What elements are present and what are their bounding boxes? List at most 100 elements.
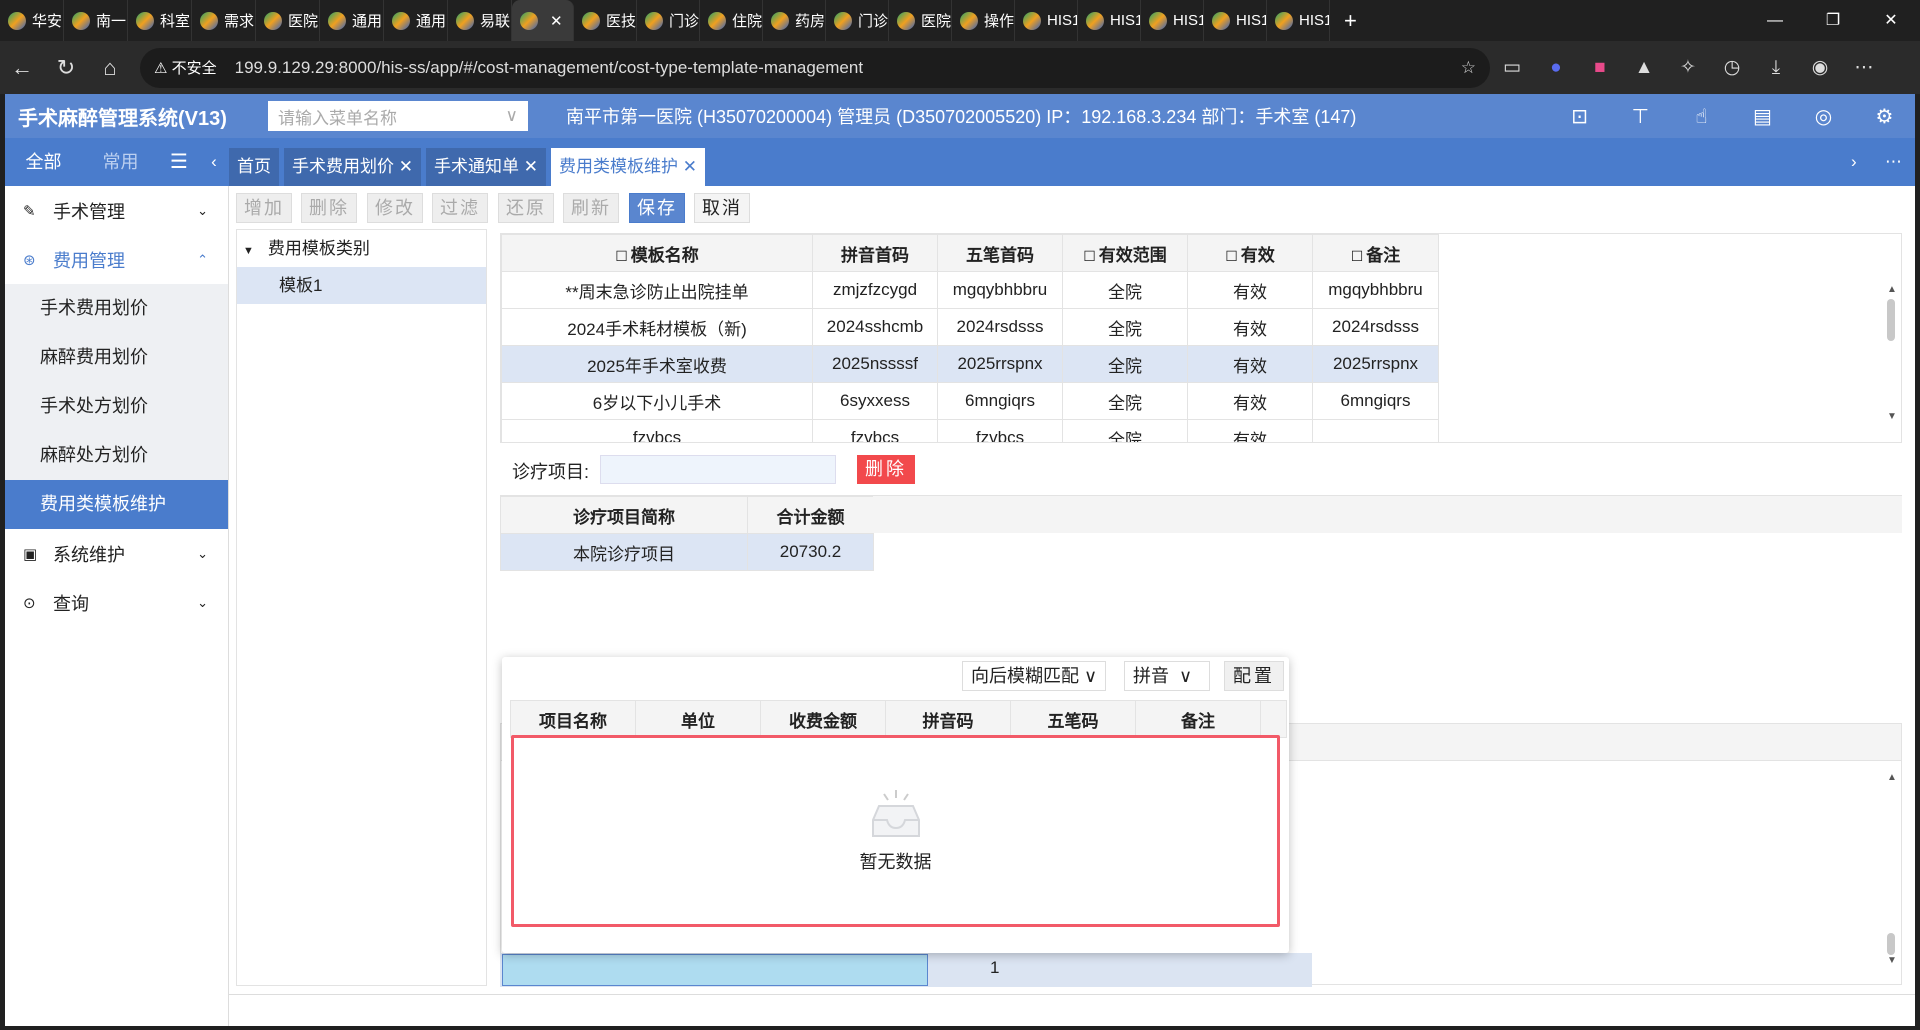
extensions-icon[interactable]: ✧ [1666,56,1710,79]
browser-tab[interactable]: 需求 [192,0,256,41]
eye-icon[interactable]: ◎ [1793,104,1854,129]
sidebar-item-surgery[interactable]: ✎ 手术管理 ⌄ [5,186,228,235]
tree-root[interactable]: ▼ 费用模板类别 [237,230,486,267]
browser-tab[interactable]: 医技 [574,0,637,41]
tree-node[interactable]: 模板1 [237,267,486,304]
close-icon[interactable]: ✕ [524,157,538,176]
close-icon[interactable]: ✕ [399,157,413,176]
scrollbar-thumb[interactable] [1887,299,1895,341]
browser-tab[interactable]: HIS1 [1078,0,1141,41]
column-header[interactable]: 备注 [1135,700,1261,738]
close-icon[interactable]: ✕ [683,157,697,176]
browser-tab[interactable]: 华安 [0,0,64,41]
sidebar-item-query[interactable]: ⊙ 查询 ⌄ [5,578,228,627]
translate-icon[interactable]: ■ [1578,57,1622,79]
page-tab-surgery-pricing[interactable]: 手术费用划价 ✕ [284,148,421,186]
edit-button[interactable]: 修改 [367,193,423,223]
restore-button[interactable]: ❐ [1804,0,1862,41]
restore-button[interactable]: 还原 [498,193,554,223]
tabs-next-icon[interactable]: › [1851,138,1885,186]
presentation-icon[interactable]: ⊤ [1610,104,1671,129]
table-row[interactable]: 6岁以下小儿手术 6syxxess 6mngiqrs 全院 有效 6mngiqrs [501,382,1439,420]
add-button[interactable]: 增加 [236,193,292,223]
config-button[interactable]: 配置 [1224,661,1284,691]
sidebar-item-cost[interactable]: ⊛ 费用管理 ⌃ [5,235,228,284]
table-row[interactable]: 2025年手术室收费 2025nssssf 2025rrspnx 全院 有效 2025rr… [501,345,1439,383]
browser-tab[interactable]: 科室 [128,0,192,41]
sidebar-subitem[interactable]: 手术处方划价 [5,382,228,431]
url-input[interactable]: ⚠ 不安全 199.9.129.29:8000/his-ss/app/#/cos… [140,47,1490,88]
column-header[interactable]: 诊疗项目简称 [500,496,748,534]
extension-triangle-icon[interactable]: ▲ [1622,57,1666,79]
document-icon[interactable]: ▤ [1732,104,1793,129]
back-icon[interactable]: ← [0,55,44,81]
browser-tab[interactable]: 通用 [320,0,384,41]
browser-tab[interactable]: 药房 [763,0,826,41]
history-icon[interactable]: ◷ [1710,56,1754,79]
download-icon[interactable]: ⤓ [1754,57,1798,79]
tab-common[interactable]: 常用 [82,138,159,186]
match-mode-select[interactable]: 向后模糊匹配 ∨ [962,661,1107,691]
scrollbar-thumb[interactable] [1887,933,1895,955]
menu-search-input[interactable]: 请输入菜单名称 ∨ [268,101,528,131]
browser-tab[interactable]: 门诊 [637,0,700,41]
browser-tab[interactable]: 南一 [64,0,128,41]
browser-tab[interactable]: 门诊 [826,0,889,41]
table-row[interactable]: fzvbcs fzvbcs fzvbcs 全院 有效 [501,419,1439,442]
column-header[interactable]: 拼音码 [885,700,1011,738]
browser-tab[interactable]: 医院 [889,0,952,41]
column-header[interactable]: 五笔码 [1010,700,1136,738]
save-button[interactable]: 保存 [629,193,685,223]
browser-tab[interactable]: HIS1 [1141,0,1204,41]
page-tab-home[interactable]: 首页 [229,148,279,186]
diagnosis-input[interactable] [600,455,836,484]
browser-tab[interactable]: 操作 [952,0,1015,41]
browser-tab[interactable]: 易联 [448,0,512,41]
more-icon[interactable]: ⋯ [1842,56,1886,79]
sidebar-subitem[interactable]: 麻醉处方划价 [5,431,228,480]
column-header[interactable]: 五笔首码 [937,234,1063,272]
table-row[interactable]: 本院诊疗项目 20730.2 [500,533,874,571]
scrollbar[interactable]: ▲ ▼ [1887,234,1897,442]
sidebar-subitem[interactable]: 手术费用划价 [5,284,228,333]
table-row[interactable]: **周末急诊防止出院挂单 zmjzfzcygd mgqybhbbru 全院 有效 mgqy… [501,271,1439,309]
hand-icon[interactable]: ☝ [1671,104,1732,129]
tab-all[interactable]: 全部 [5,138,82,186]
quantity-cell[interactable]: 1 [990,958,999,978]
table-row[interactable]: 2024手术耗材模板（新) 2024sshcmb 2024rsdsss 全院 有效 202… [501,308,1439,346]
caret-down-icon[interactable]: ▼ [243,245,254,257]
sidebar-item-system[interactable]: ▣ 系统维护 ⌄ [5,529,228,578]
sidebar-subitem[interactable]: 麻醉费用划价 [5,333,228,382]
browser-tab[interactable]: 住院 [700,0,763,41]
input-mode-select[interactable]: 拼音 ∨ [1124,661,1210,691]
column-header[interactable]: ☐ 有效范围 [1062,234,1188,272]
cancel-button[interactable]: 取消 [694,193,750,223]
browser-tab[interactable]: 医院 [256,0,320,41]
browser-tab[interactable]: 通用 [384,0,448,41]
sidebar-subitem-active[interactable]: 费用类模板维护 [5,480,228,529]
refresh-button[interactable]: 刷新 [563,193,619,223]
scrollbar[interactable]: ▲ ▼ [1887,764,1897,984]
filter-button[interactable]: 过滤 [432,193,488,223]
page-tab-surgery-notice[interactable]: 手术通知单 ✕ [425,148,546,186]
tabs-prev-icon[interactable]: ‹ [199,138,229,186]
home-icon[interactable]: ⌂ [88,55,132,81]
browser-tab[interactable]: HIS1 [1267,0,1330,41]
delete-button[interactable]: 删除 [301,193,357,223]
star-icon[interactable]: ☆ [1461,58,1476,78]
browser-tab[interactable]: HIS1 [1204,0,1267,41]
column-header[interactable]: ☐ 有效 [1187,234,1313,272]
column-header[interactable]: 项目名称 [510,700,636,738]
column-header[interactable]: 拼音首码 [812,234,938,272]
column-header[interactable]: ☐ 备注 [1312,234,1439,272]
column-header[interactable]: ☐ 模板名称 [501,234,813,272]
extension-s-icon[interactable]: ● [1534,57,1578,79]
item-search-input[interactable] [502,954,928,986]
browser-tab[interactable]: HIS1 [1015,0,1078,41]
browser-tab[interactable]: ✕ [512,0,574,41]
gear-icon[interactable]: ⚙ [1854,104,1915,129]
reader-icon[interactable]: ▭ [1490,56,1534,79]
reload-icon[interactable]: ↻ [44,55,88,81]
avatar[interactable]: ◉ [1798,56,1842,79]
column-header[interactable]: 收费金额 [760,700,886,738]
